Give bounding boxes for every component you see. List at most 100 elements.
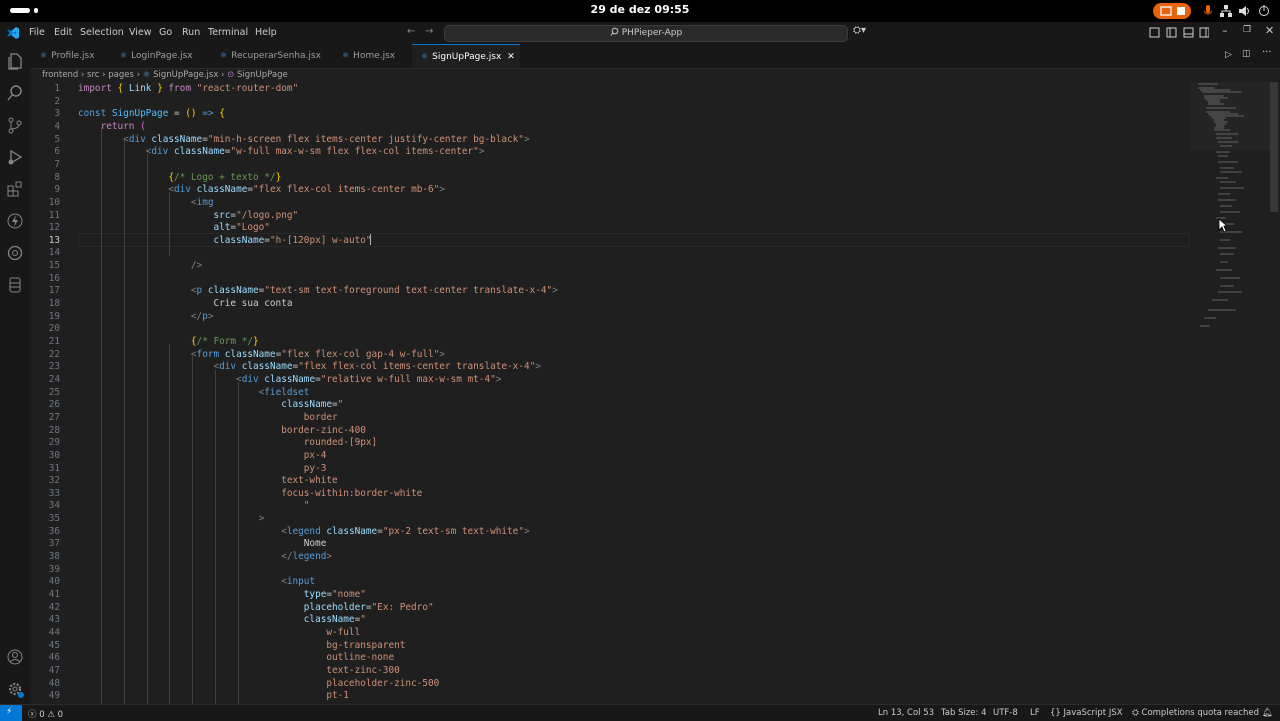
line-number[interactable]: 3 [30,108,60,119]
code-line[interactable]: px-4 [78,450,327,461]
menu-selection[interactable]: Selection [80,27,124,38]
code-line[interactable]: <img [78,197,214,208]
code-line[interactable]: <fieldset [78,387,310,398]
line-number[interactable]: 2 [30,96,60,107]
line-number[interactable]: 40 [30,576,60,587]
line-number[interactable]: 8 [30,172,60,183]
line-number[interactable]: 20 [30,323,60,334]
copilot-status[interactable]: ⛭ Completions quota reached [1132,708,1259,718]
code-line[interactable]: <div className="flex flex-col items-cent… [78,361,540,372]
line-number[interactable]: 36 [30,526,60,537]
source-control-icon[interactable] [6,116,24,134]
line-number[interactable]: 37 [30,538,60,549]
line-number[interactable]: 43 [30,614,60,625]
menu-file[interactable]: File [29,27,45,38]
code-line[interactable]: border [78,412,338,423]
line-number[interactable]: 49 [30,690,60,701]
code-line[interactable]: className=" [78,614,366,625]
line-number[interactable]: 29 [30,437,60,448]
menu-go[interactable]: Go [159,27,172,38]
code-line[interactable]: outline-none [78,652,394,663]
remote-indicator[interactable]: ⚡ [0,705,22,721]
menu-run[interactable]: Run [182,27,200,38]
system-clock[interactable]: 29 de dez 09:55 [0,3,1280,16]
line-number[interactable]: 48 [30,678,60,689]
code-line[interactable]: </p> [78,311,214,322]
power-icon[interactable] [1258,4,1270,18]
end-of-line[interactable]: LF [1030,708,1040,718]
line-number[interactable]: 14 [30,247,60,258]
editor-scrollbar[interactable] [1270,82,1278,212]
code-line[interactable]: <div className="w-full max-w-sm flex fle… [78,146,485,157]
line-number[interactable]: 30 [30,450,60,461]
tab-loginpage[interactable]: ⚛ LoginPage.jsx [120,44,220,68]
line-number[interactable]: 1 [30,83,60,94]
thunder-client-icon[interactable] [6,212,24,230]
line-number[interactable]: 38 [30,551,60,562]
breadcrumb-item[interactable]: pages [108,70,134,80]
command-center-search[interactable]: PHPieper-App [444,25,848,42]
line-number[interactable]: 18 [30,298,60,309]
line-number[interactable]: 32 [30,475,60,486]
notifications-bell-icon[interactable]: 🔔︎ [1262,708,1273,718]
run-file-icon[interactable]: ▷ [1225,50,1232,60]
line-number[interactable]: 42 [30,602,60,613]
code-line[interactable]: <div className="min-h-screen flex items-… [78,134,529,145]
code-line[interactable]: className="h-[120px] w-auto" [78,235,371,246]
code-line[interactable]: <legend className="px-2 text-sm text-whi… [78,526,529,537]
line-number[interactable]: 35 [30,513,60,524]
chatgpt-icon[interactable] [6,244,24,262]
code-line[interactable]: {/* Form */} [78,336,259,347]
line-number[interactable]: 25 [30,387,60,398]
code-line[interactable]: focus-within:border-white [78,488,422,499]
database-icon[interactable] [6,276,24,294]
line-number[interactable]: 17 [30,285,60,296]
close-window-icon[interactable]: ✕ [1265,24,1274,37]
code-line[interactable]: bg-transparent [78,640,405,651]
line-number[interactable]: 33 [30,488,60,499]
line-number[interactable]: 22 [30,349,60,360]
code-line[interactable]: Nome [78,538,327,549]
menu-view[interactable]: View [129,27,152,38]
line-number[interactable]: 15 [30,260,60,271]
line-number[interactable]: 27 [30,412,60,423]
line-number[interactable]: 28 [30,425,60,436]
tab-profile[interactable]: ⚛ Profile.jsx [40,44,120,68]
settings-gear-icon[interactable] [6,680,24,698]
code-line[interactable]: w-full [78,627,360,638]
line-number[interactable]: 34 [30,500,60,511]
code-line[interactable]: text-white [78,475,337,486]
nav-back-icon[interactable]: ← [407,26,415,37]
minimize-icon[interactable]: – [1222,24,1228,37]
code-line[interactable]: <p className="text-sm text-foreground te… [78,285,558,296]
nav-forward-icon[interactable]: → [425,26,433,37]
volume-icon[interactable] [1238,4,1250,18]
code-line[interactable]: rounded-[9px] [78,437,377,448]
code-line[interactable]: py-3 [78,463,327,474]
code-line[interactable]: alt="Logo" [78,222,269,233]
code-line[interactable]: > [78,513,265,524]
line-number[interactable]: 21 [30,336,60,347]
file-encoding[interactable]: UTF-8 [993,708,1018,718]
code-line[interactable]: placeholder="Ex: Pedro" [78,602,434,613]
line-number[interactable]: 23 [30,361,60,372]
line-number[interactable]: 5 [30,134,60,145]
line-number[interactable]: 47 [30,665,60,676]
search-view-icon[interactable] [6,84,24,102]
split-editor-icon[interactable]: ◫ [1242,49,1251,59]
account-icon[interactable] [6,648,24,666]
line-number[interactable]: 16 [30,273,60,284]
copilot-icon[interactable]: ⛭▾ [853,25,866,36]
more-actions-icon[interactable]: ··· [1262,47,1272,58]
code-line[interactable]: <div className="relative w-full max-w-sm… [78,374,501,385]
restore-icon[interactable]: ❐ [1243,25,1251,35]
code-editor[interactable]: 1 import { Link } from "react-router-dom"… [30,82,1190,704]
line-number[interactable]: 9 [30,184,60,195]
breadcrumb-item[interactable]: src [87,70,99,80]
menu-terminal[interactable]: Terminal [208,27,248,38]
code-line[interactable]: const SignUpPage = () => { [78,108,225,119]
code-line[interactable]: <form className="flex flex-col gap-4 w-f… [78,349,445,360]
code-line[interactable]: Crie sua conta [78,298,292,309]
explorer-icon[interactable] [6,52,24,70]
extensions-icon[interactable] [6,180,24,198]
